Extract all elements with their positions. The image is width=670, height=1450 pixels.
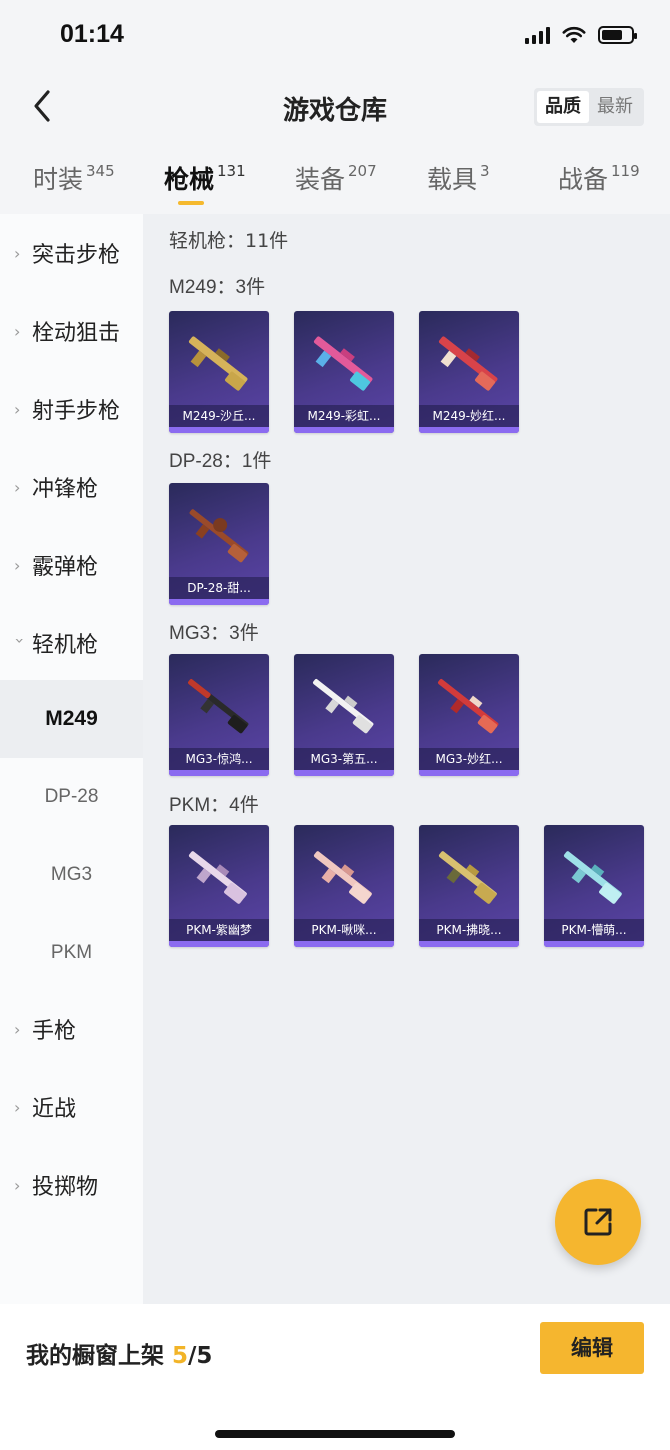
gun-skin-icon [188, 851, 247, 904]
tab-active-indicator [178, 201, 204, 205]
weapon-card[interactable]: M249-沙丘... [169, 311, 269, 433]
weapon-card[interactable]: PKM-拂晓... [419, 825, 519, 947]
nav-bar: 游戏仓库 品质 最新 [0, 72, 670, 142]
sort-toggle: 品质 最新 [534, 88, 644, 126]
gun-skin-icon [313, 851, 372, 904]
status-bar: 01:14 [0, 0, 670, 72]
bottom-bar: 我的橱窗上架 5/5 编辑 [0, 1304, 670, 1450]
weapon-card[interactable]: PKM-紫幽梦 [169, 825, 269, 947]
sidebar-item-throwable[interactable]: › 投掷物 [0, 1146, 143, 1224]
battery-icon [598, 26, 637, 44]
edit-button[interactable]: 编辑 [540, 1322, 644, 1374]
gun-skin-icon [438, 336, 498, 391]
sidebar-item-marksman-rifle[interactable]: › 射手步枪 [0, 370, 143, 448]
wifi-icon [562, 26, 586, 43]
tab-supplies[interactable]: 战备 119 [558, 160, 640, 196]
gun-skin-icon [188, 336, 248, 391]
sidebar-item-shotgun[interactable]: › 霰弹枪 [0, 526, 143, 604]
gun-skin-icon [189, 509, 249, 563]
tab-vehicles[interactable]: 载具 3 [427, 160, 490, 196]
sidebar-sub-dp28[interactable]: DP-28 [0, 758, 143, 836]
cellular-signal-icon [525, 26, 550, 44]
sort-latest-button[interactable]: 最新 [589, 91, 641, 123]
item-grid-panel: 轻机枪：11件 M249：3件 M249-沙丘... M249-彩虹... M2… [143, 214, 670, 1304]
share-button[interactable] [555, 1179, 641, 1265]
chevron-down-icon: › [10, 637, 30, 644]
weapon-card[interactable]: M249-彩虹... [294, 311, 394, 433]
home-indicator [215, 1430, 455, 1438]
gun-skin-icon [313, 336, 373, 391]
sidebar-sub-pkm[interactable]: PKM [0, 914, 143, 992]
sidebar-item-assault-rifle[interactable]: › 突击步枪 [0, 214, 143, 292]
gun-skin-icon [438, 679, 499, 734]
share-icon [584, 1208, 612, 1236]
weapon-card[interactable]: MG3-惊鸿... [169, 654, 269, 776]
sidebar-sub-m249[interactable]: M249 [0, 680, 143, 758]
chevron-right-icon: › [14, 555, 21, 575]
gun-skin-icon [188, 679, 249, 734]
tab-equipment[interactable]: 装备 207 [295, 160, 377, 196]
sidebar-item-smg[interactable]: › 冲锋枪 [0, 448, 143, 526]
sort-quality-button[interactable]: 品质 [537, 91, 589, 123]
sidebar-item-lmg[interactable]: › 轻机枪 [0, 604, 143, 682]
tab-guns[interactable]: 枪械 131 [164, 160, 246, 196]
gun-skin-icon [563, 851, 622, 904]
gun-skin-icon [438, 851, 497, 904]
group-title-mg3: MG3：3件 [169, 623, 259, 644]
chevron-right-icon: › [14, 1019, 21, 1039]
sidebar-item-pistol[interactable]: › 手枪 [0, 990, 143, 1068]
category-tabs: 时装 345 枪械 131 装备 207 载具 3 战备 119 [0, 150, 670, 212]
sidebar-item-bolt-sniper[interactable]: › 栓动狙击 [0, 292, 143, 370]
chevron-right-icon: › [14, 243, 21, 263]
weapon-card[interactable]: M249-妙红... [419, 311, 519, 433]
group-title-m249: M249：3件 [169, 277, 266, 298]
showcase-shelf-status: 我的橱窗上架 5/5 [26, 1343, 213, 1369]
category-total: 轻机枪：11件 [169, 230, 289, 252]
status-icons [525, 26, 637, 44]
sidebar-item-melee[interactable]: › 近战 [0, 1068, 143, 1146]
sidebar: › 突击步枪 › 栓动狙击 › 射手步枪 › 冲锋枪 › 霰弹枪 › 轻机枪 M249 DP… [0, 214, 143, 1304]
tab-fashion[interactable]: 时装 345 [33, 160, 115, 196]
sidebar-sub-mg3[interactable]: MG3 [0, 836, 143, 914]
weapon-card[interactable]: DP-28-甜... [169, 483, 269, 605]
weapon-card[interactable]: MG3-妙红... [419, 654, 519, 776]
status-time: 01:14 [60, 20, 124, 48]
weapon-card[interactable]: PKM-懵萌... [544, 825, 644, 947]
chevron-right-icon: › [14, 1097, 21, 1117]
group-title-dp28: DP-28：1件 [169, 451, 272, 472]
group-title-pkm: PKM：4件 [169, 795, 259, 816]
gun-skin-icon [313, 679, 374, 734]
weapon-card[interactable]: MG3-第五... [294, 654, 394, 776]
chevron-right-icon: › [14, 477, 21, 497]
chevron-right-icon: › [14, 399, 21, 419]
weapon-card[interactable]: PKM-啾咪... [294, 825, 394, 947]
chevron-right-icon: › [14, 321, 21, 341]
chevron-right-icon: › [14, 1175, 21, 1195]
